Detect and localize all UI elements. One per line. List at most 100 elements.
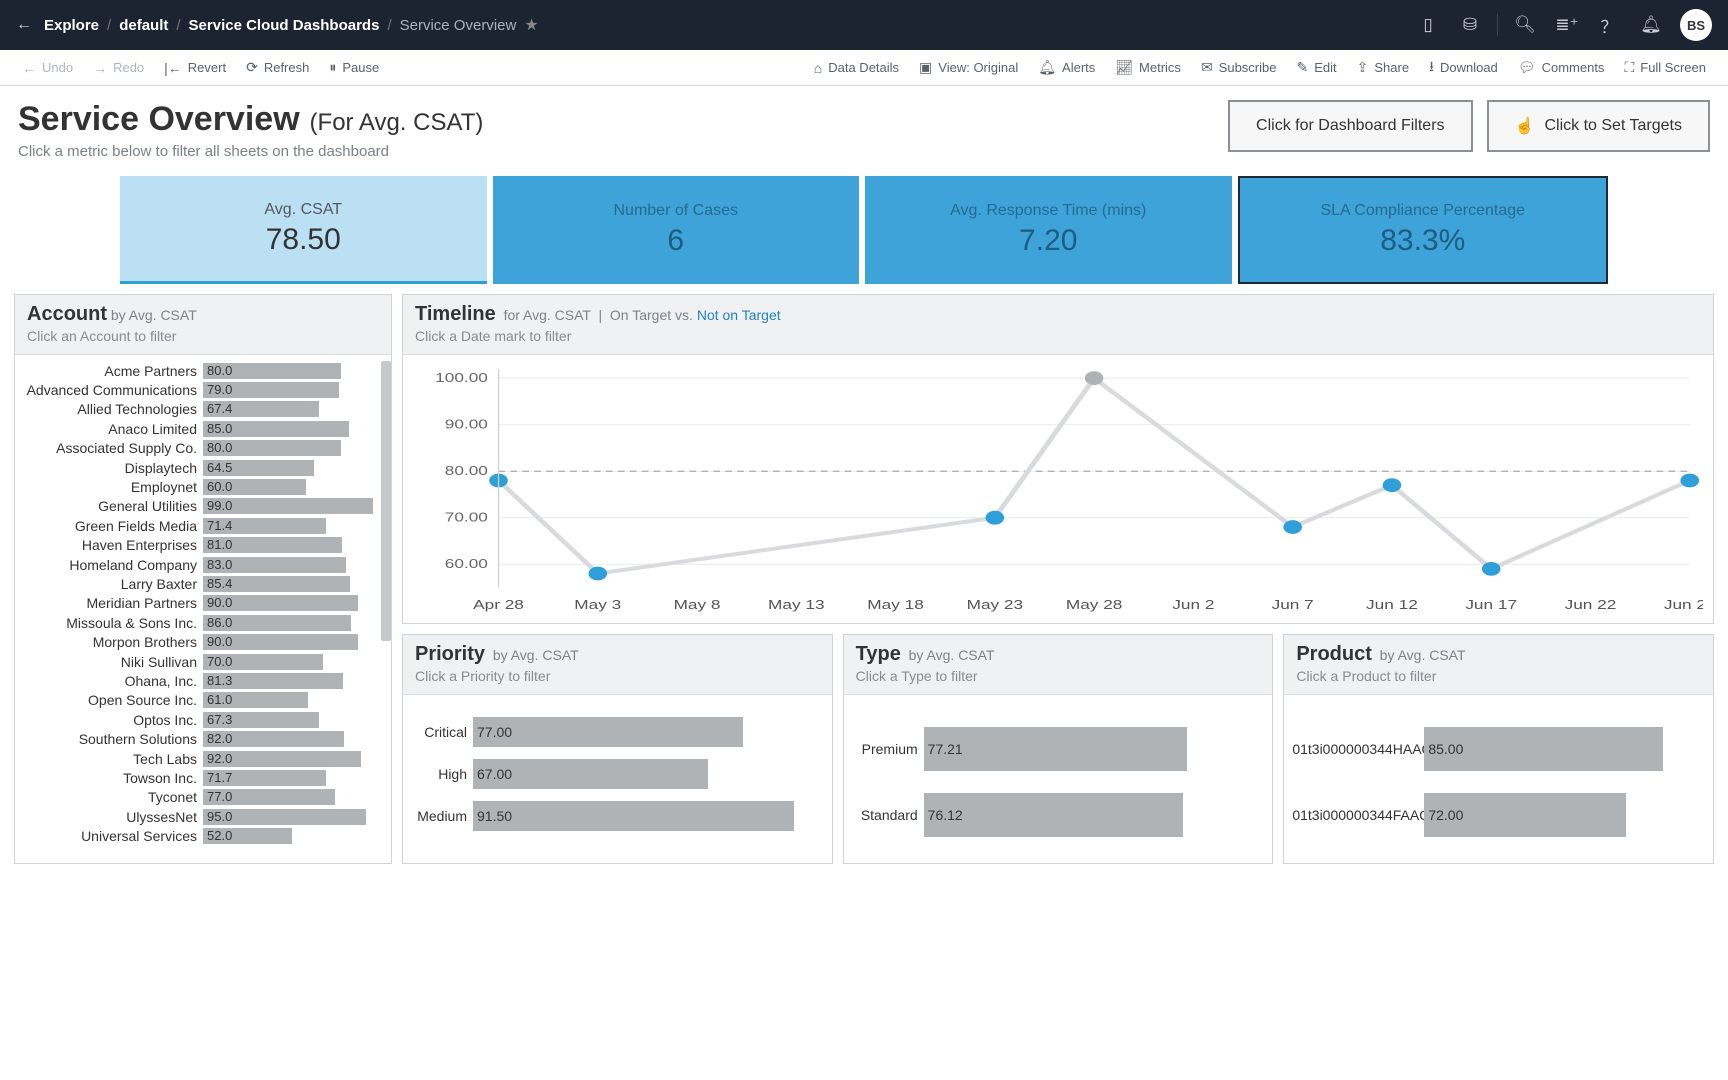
- download-button[interactable]: ⭳Download: [1419, 56, 1508, 80]
- database-icon[interactable]: ⛁: [1449, 15, 1491, 35]
- account-row[interactable]: Towson Inc.71.7: [15, 768, 389, 787]
- account-value: 64.5: [207, 460, 232, 476]
- type-hint: Click a Type to filter: [856, 668, 1261, 684]
- bar-row[interactable]: High67.00: [411, 759, 824, 789]
- bar-row[interactable]: Critical77.00: [411, 717, 824, 747]
- bar-row[interactable]: 01t3i000000344FAAQ72.00: [1292, 793, 1705, 837]
- set-targets-button[interactable]: ☝ Click to Set Targets: [1487, 100, 1710, 152]
- account-name: Universal Services: [15, 828, 203, 844]
- svg-text:80.00: 80.00: [445, 464, 488, 478]
- account-value: 67.4: [207, 401, 232, 417]
- account-row[interactable]: Associated Supply Co.80.0: [15, 439, 389, 458]
- account-hint: Click an Account to filter: [27, 328, 379, 344]
- data-details-button[interactable]: ⌂Data Details: [804, 60, 909, 76]
- comments-button[interactable]: 💬︎Comments: [1508, 59, 1615, 76]
- account-row[interactable]: Southern Solutions82.0: [15, 729, 389, 748]
- account-value: 79.0: [207, 382, 232, 398]
- account-row[interactable]: Allied Technologies67.4: [15, 400, 389, 419]
- tile-label: Avg. CSAT: [264, 201, 342, 219]
- account-row[interactable]: Homeland Company83.0: [15, 555, 389, 574]
- account-value: 70.0: [207, 654, 232, 670]
- account-name: Open Source Inc.: [15, 692, 203, 708]
- account-row[interactable]: Anaco Limited85.0: [15, 419, 389, 438]
- page-title: Service Overview: [18, 100, 300, 138]
- metric-tile[interactable]: SLA Compliance Percentage83.3%: [1238, 176, 1609, 284]
- account-row[interactable]: Larry Baxter85.4: [15, 574, 389, 593]
- account-row[interactable]: Advanced Communications79.0: [15, 380, 389, 399]
- undo-button[interactable]: ←Undo: [12, 60, 83, 76]
- bar-value: 91.50: [477, 808, 512, 824]
- bar-row[interactable]: Premium77.21: [852, 727, 1265, 771]
- metrics-button[interactable]: 📈︎Metrics: [1105, 59, 1191, 76]
- bar-value: 67.00: [477, 766, 512, 782]
- account-row[interactable]: Missoula & Sons Inc.86.0: [15, 613, 389, 632]
- crumb-folder[interactable]: Service Cloud Dashboards: [189, 17, 380, 34]
- svg-text:Jun 27: Jun 27: [1664, 598, 1703, 612]
- back-icon[interactable]: ←: [16, 16, 44, 34]
- account-name: Tyconet: [15, 789, 203, 805]
- account-row[interactable]: UlyssesNet95.0: [15, 807, 389, 826]
- redo-button[interactable]: →Redo: [83, 60, 154, 76]
- account-row[interactable]: Optos Inc.67.3: [15, 710, 389, 729]
- timeline-chart[interactable]: 60.0070.0080.0090.00100.00Apr 28May 3May…: [403, 355, 1713, 623]
- crumb-explore[interactable]: Explore: [44, 17, 99, 34]
- device-icon[interactable]: ▯: [1407, 15, 1449, 35]
- dashboard-filters-button[interactable]: Click for Dashboard Filters: [1228, 100, 1473, 152]
- fullscreen-button[interactable]: ⛶Full Screen: [1614, 59, 1716, 76]
- scrollbar-thumb[interactable]: [381, 361, 391, 641]
- account-value: 82.0: [207, 731, 232, 747]
- edit-button[interactable]: ✎Edit: [1286, 59, 1346, 76]
- metric-tile[interactable]: Avg. CSAT78.50: [120, 176, 487, 284]
- bar-row[interactable]: Medium91.50: [411, 801, 824, 831]
- priority-bars[interactable]: Critical77.00 High67.00 Medium91.50: [403, 695, 832, 863]
- notifications-icon[interactable]: 🔔︎: [1630, 15, 1672, 35]
- account-name: Missoula & Sons Inc.: [15, 615, 203, 631]
- pause-button[interactable]: ⏸Pause: [319, 59, 389, 76]
- svg-text:90.00: 90.00: [445, 418, 488, 432]
- search-icon[interactable]: 🔍︎: [1504, 15, 1546, 35]
- metric-tile[interactable]: Number of Cases6: [493, 176, 860, 284]
- share-button[interactable]: ⇪Share: [1347, 59, 1419, 76]
- account-row[interactable]: Ohana, Inc.81.3: [15, 671, 389, 690]
- crumb-current: Service Overview: [400, 17, 517, 34]
- revert-button[interactable]: |←Revert: [154, 60, 236, 76]
- priority-panel: Priority by Avg. CSAT Click a Priority t…: [402, 634, 833, 864]
- metric-tile[interactable]: Avg. Response Time (mins)7.20: [865, 176, 1232, 284]
- product-bars[interactable]: 01t3i000000344HAAQ85.00 01t3i000000344FAA…: [1284, 695, 1713, 863]
- account-row[interactable]: Employnet60.0: [15, 477, 389, 496]
- refresh-button[interactable]: ⟳Refresh: [236, 59, 319, 76]
- favorite-star-icon[interactable]: ★: [524, 15, 538, 35]
- type-bars[interactable]: Premium77.21 Standard76.12: [844, 695, 1273, 863]
- account-row[interactable]: Open Source Inc.61.0: [15, 691, 389, 710]
- account-value: 92.0: [207, 751, 232, 767]
- account-row[interactable]: Displaytech64.5: [15, 458, 389, 477]
- user-avatar[interactable]: BS: [1680, 9, 1712, 41]
- account-row[interactable]: Tyconet77.0: [15, 788, 389, 807]
- account-row[interactable]: Morpon Brothers90.0: [15, 632, 389, 651]
- account-row[interactable]: Meridian Partners90.0: [15, 594, 389, 613]
- not-on-target-link[interactable]: Not on Target: [697, 307, 781, 323]
- account-name: Acme Partners: [15, 363, 203, 379]
- account-list[interactable]: Acme Partners80.0Advanced Communications…: [15, 355, 391, 847]
- account-row[interactable]: Universal Services52.0: [15, 826, 389, 845]
- account-row[interactable]: Green Fields Media71.4: [15, 516, 389, 535]
- subscribe-button[interactable]: ✉Subscribe: [1191, 59, 1287, 76]
- account-row[interactable]: Tech Labs92.0: [15, 749, 389, 768]
- bar-row[interactable]: 01t3i000000344HAAQ85.00: [1292, 727, 1705, 771]
- account-name: Tech Labs: [15, 751, 203, 767]
- bar-label: Premium: [852, 741, 924, 757]
- svg-text:May 3: May 3: [574, 598, 621, 612]
- account-row[interactable]: General Utilities99.0: [15, 497, 389, 516]
- account-row[interactable]: Acme Partners80.0: [15, 361, 389, 380]
- view-original-button[interactable]: ▣View: Original: [909, 59, 1028, 76]
- alerts-button[interactable]: 🔔︎Alerts: [1028, 59, 1105, 76]
- bar-label: High: [411, 766, 473, 782]
- account-name: Meridian Partners: [15, 595, 203, 611]
- account-row[interactable]: Niki Sullivan70.0: [15, 652, 389, 671]
- crumb-project[interactable]: default: [119, 17, 168, 34]
- account-row[interactable]: Haven Enterprises81.0: [15, 536, 389, 555]
- bar-row[interactable]: Standard76.12: [852, 793, 1265, 837]
- task-list-icon[interactable]: ≣⁺: [1546, 15, 1588, 35]
- help-icon[interactable]: ？: [1588, 13, 1630, 38]
- svg-text:70.00: 70.00: [445, 511, 488, 525]
